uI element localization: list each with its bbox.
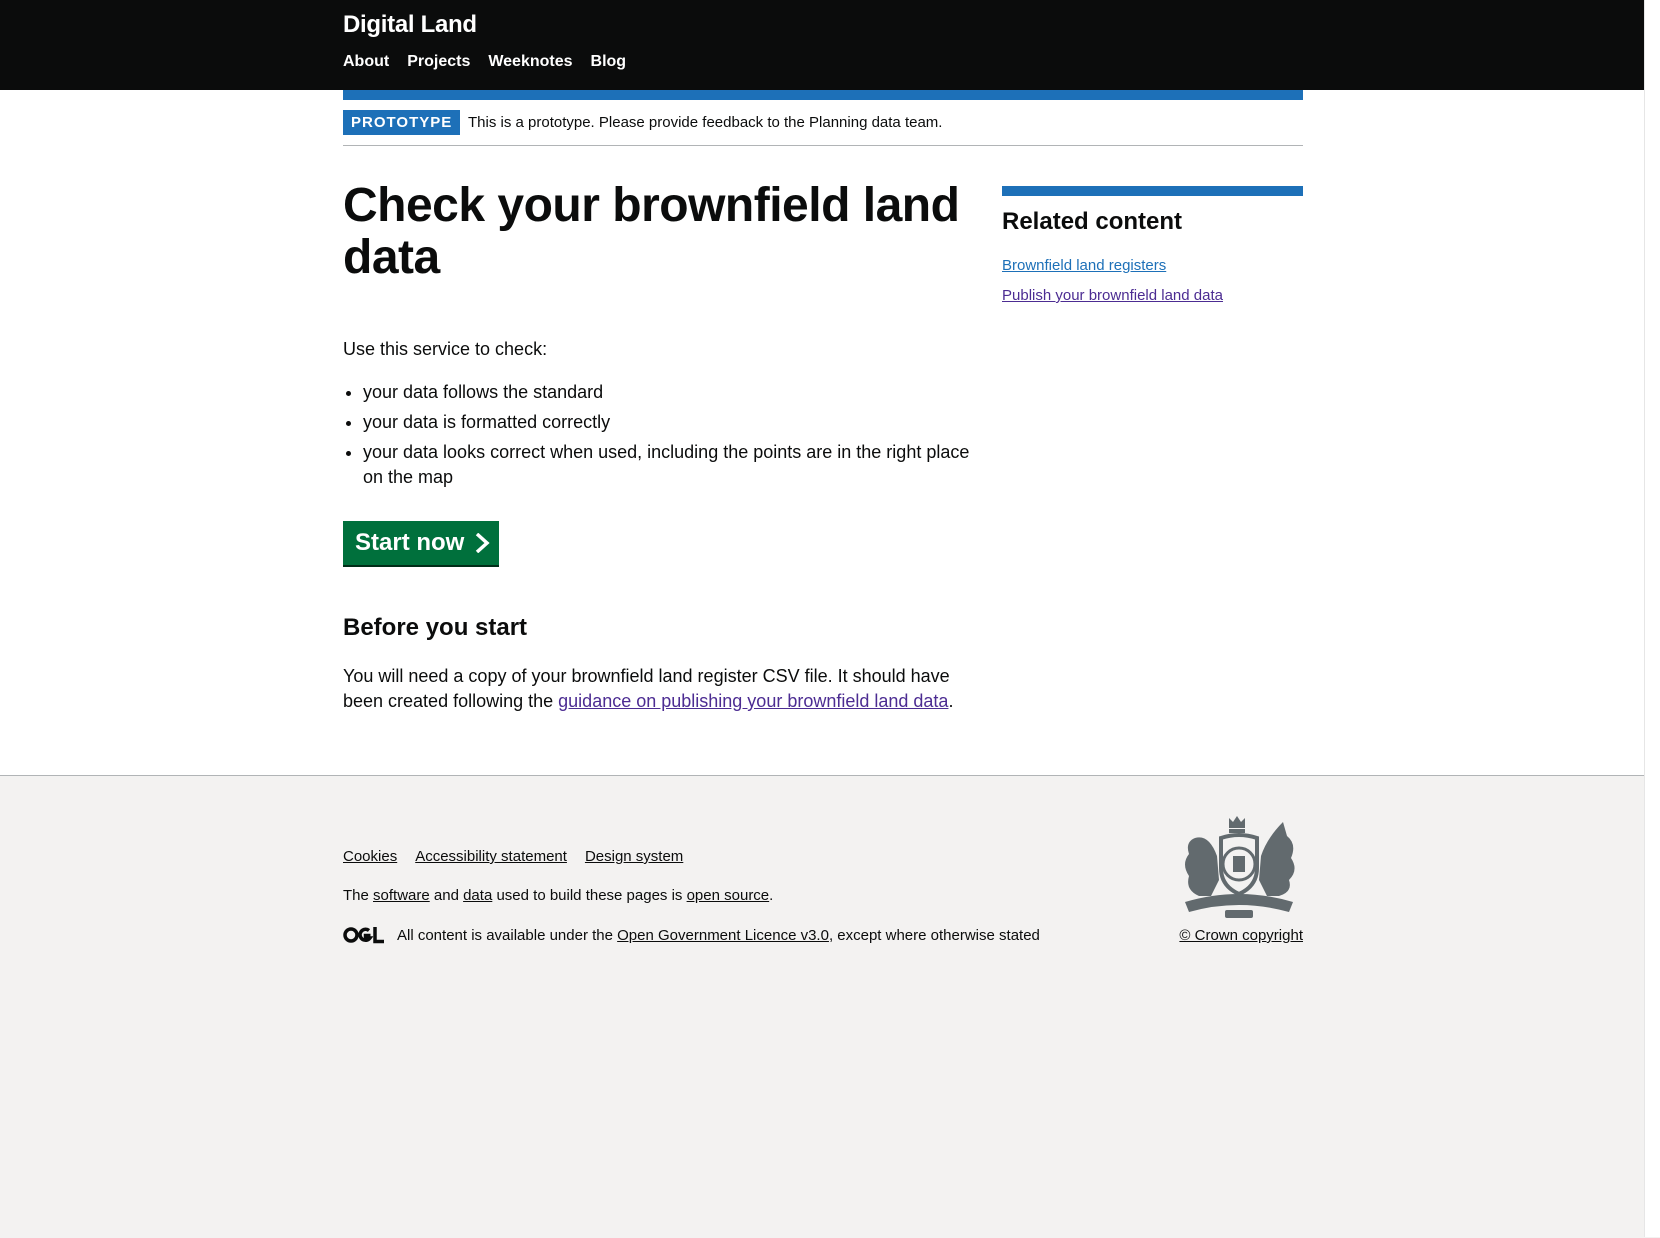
source-text: .: [769, 887, 774, 904]
open-source-link[interactable]: open source: [687, 887, 770, 904]
licence-text: , except where otherwise stated: [828, 927, 1040, 944]
footer-link-accessibility[interactable]: Accessibility statement: [415, 848, 567, 865]
licence-text: All content is available under the: [397, 927, 618, 944]
header-accent-bar: [343, 90, 1303, 100]
source-line: The software and data used to build thes…: [343, 887, 773, 904]
before-you-start-text: You will need a copy of your brownfield …: [343, 664, 983, 714]
footer-link-design-system[interactable]: Design system: [585, 848, 683, 865]
list-item: your data looks correct when used, inclu…: [363, 440, 973, 490]
source-text: used to build these pages is: [492, 887, 687, 904]
nav-weeknotes[interactable]: Weeknotes: [488, 53, 572, 71]
nav-projects[interactable]: Projects: [407, 53, 470, 71]
footer-link-cookies[interactable]: Cookies: [343, 848, 397, 865]
site-footer: Cookies Accessibility statement Design s…: [0, 775, 1645, 1238]
footer-links: Cookies Accessibility statement Design s…: [343, 848, 683, 865]
source-text: The: [343, 887, 374, 904]
before-text-end: .: [948, 691, 954, 711]
phase-tag: PROTOTYPE: [343, 110, 461, 135]
related-content-bar: [1002, 186, 1303, 196]
software-link[interactable]: software: [373, 887, 430, 904]
scrollbar[interactable]: [1644, 0, 1660, 1237]
brand-link[interactable]: Digital Land: [343, 11, 477, 39]
ogl-logo-icon: [343, 927, 384, 944]
check-list: your data follows the standard your data…: [343, 380, 973, 495]
crown-copyright-link[interactable]: © Crown copyright: [1179, 927, 1303, 944]
before-you-start-heading: Before you start: [343, 614, 528, 641]
chevron-right-icon: [476, 533, 490, 553]
nav-about[interactable]: About: [343, 53, 389, 71]
list-item: your data follows the standard: [363, 380, 973, 405]
royal-coat-of-arms-icon: [1185, 816, 1295, 918]
related-link-publish[interactable]: Publish your brownfield land data: [1002, 287, 1303, 305]
related-content: Related content Brownfield land register…: [1002, 186, 1303, 305]
page: Digital Land About Projects Weeknotes Bl…: [0, 0, 1660, 1238]
ogl-licence-link[interactable]: Open Government Licence v3.0: [617, 927, 829, 944]
main-content: Check your brownfield land data Use this…: [343, 179, 973, 711]
list-item: your data is formatted correctly: [363, 410, 973, 435]
related-content-heading: Related content: [1002, 208, 1183, 235]
phase-text: This is a prototype. Please provide feed…: [468, 114, 943, 131]
source-text: and: [429, 887, 464, 904]
phase-banner: PROTOTYPE This is a prototype. Please pr…: [343, 110, 1303, 146]
licence-line: All content is available under the Open …: [397, 927, 1040, 944]
page-title: Check your brownfield land data: [343, 179, 960, 284]
site-header: Digital Land About Projects Weeknotes Bl…: [0, 0, 1645, 90]
lede-text: Use this service to check:: [343, 339, 548, 359]
nav-blog[interactable]: Blog: [591, 53, 627, 71]
header-nav: About Projects Weeknotes Blog: [343, 53, 626, 71]
related-link-registers[interactable]: Brownfield land registers: [1002, 257, 1303, 275]
start-button-label: Start now: [355, 529, 465, 556]
start-now-button[interactable]: Start now: [343, 521, 499, 565]
guidance-link[interactable]: guidance on publishing your brownfield l…: [558, 691, 948, 711]
data-link[interactable]: data: [463, 887, 492, 904]
